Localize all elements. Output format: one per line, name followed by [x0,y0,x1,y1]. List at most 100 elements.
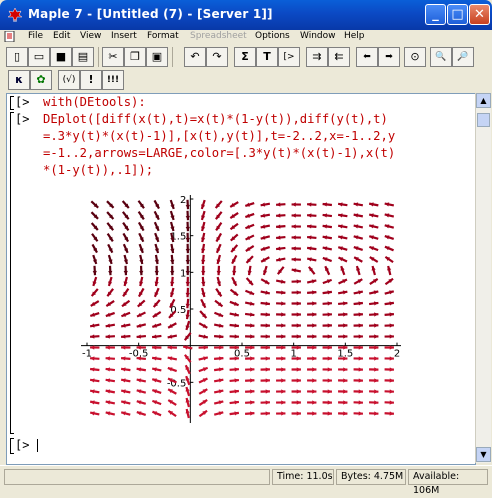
field-arrowhead [343,389,347,393]
execute-worksheet-button[interactable]: ✿ [30,70,52,90]
arrow-left-icon: ⬅ [363,52,371,62]
open-button[interactable]: ▭ [28,47,50,67]
redo-icon: ↷ [212,50,221,63]
worksheet-area[interactable]: [> with(DEtools): [> DEplot([diff(x(t),t… [6,93,476,465]
field-arrowhead [250,411,254,415]
field-arrowhead [201,282,205,286]
field-arrowhead [266,400,270,404]
insert-text-button[interactable]: T [256,47,278,67]
insert-execution-group-button[interactable]: [> [278,47,300,67]
field-arrowhead [281,312,285,316]
minimize-button[interactable]: _ [425,4,446,25]
stop-button[interactable]: ⊙ [404,47,426,67]
field-arrowhead [276,224,280,228]
x-tick-label: 2 [394,349,400,360]
menu-view[interactable]: View [80,31,101,41]
stop-icon: ⊙ [410,50,419,63]
field-arrowhead [359,378,363,382]
menu-edit[interactable]: Edit [53,31,70,41]
execute-all-button[interactable]: !!! [102,70,124,90]
field-arrowhead [307,235,311,239]
zoom-out-button[interactable]: 🔎 [452,47,474,67]
status-bytes: Bytes: 4.75M [336,469,406,485]
menu-options[interactable]: Options [255,31,290,41]
new-file-button[interactable]: ▯ [6,47,28,67]
cut-button[interactable]: ✂ [102,47,124,67]
field-arrowhead [343,323,347,327]
undo-button[interactable]: ↶ [184,47,206,67]
status-message [4,469,270,485]
save-button[interactable]: ■ [50,47,72,67]
menu-file[interactable]: File [28,31,43,41]
outdent-section-button[interactable]: ⇇ [328,47,350,67]
title-bar[interactable]: Maple 7 - [Untitled (7) - [Server 1]] _ … [0,0,492,30]
math-mode-button[interactable]: κ [8,70,30,90]
save-disk-icon: ■ [56,50,66,63]
indent-section-button[interactable]: ⇉ [306,47,328,67]
field-arrowhead [108,271,112,275]
maple-input-line[interactable]: with(DEtools): [43,94,146,111]
scroll-down-button[interactable]: ▼ [476,447,491,462]
field-arrowhead [281,378,285,382]
field-arrowhead [359,323,363,327]
input-prompt: [> [15,95,29,109]
status-bar: Time: 11.0s Bytes: 4.75M Available: 106M [0,465,492,489]
field-arrowhead [106,334,110,338]
field-arrowhead [359,367,363,371]
field-arrowhead [235,334,239,338]
redo-button[interactable]: ↷ [206,47,228,67]
field-arrowhead [250,323,254,327]
execute-button[interactable]: ! [80,70,102,90]
menu-format[interactable]: Format [147,31,179,41]
window-title: Maple 7 - [Untitled (7) - [Server 1]] [28,7,273,21]
status-time: Time: 11.0s [272,469,334,485]
field-arrowhead [186,205,190,209]
direction-field-plot[interactable]: -1-0.50.511.5221.510.5-0.5 [77,194,407,424]
execution-group-bracket[interactable] [10,96,14,110]
maple-text-toggle-button[interactable]: (√) [58,70,80,90]
maple-input-line[interactable]: =.3*y(t)*(x(t)-1)],[x(t),y(t)],t=-2..2,x… [43,128,395,145]
field-arrowhead [390,334,394,338]
field-arrowhead [307,213,311,217]
field-arrowhead [343,334,347,338]
paste-button[interactable]: ▣ [146,47,168,67]
insert-maple-input-button[interactable]: Σ [234,47,256,67]
execution-group-bracket[interactable] [10,438,14,454]
document-icon[interactable] [4,31,16,42]
execution-group-bracket[interactable] [10,112,14,434]
field-arrowhead [219,356,223,360]
field-arrowhead [281,367,285,371]
maximize-button[interactable]: □ [447,4,468,25]
forward-button[interactable]: ➡ [378,47,400,67]
copy-icon: ❐ [130,50,140,63]
menu-window[interactable]: Window [300,31,336,41]
back-button[interactable]: ⬅ [356,47,378,67]
field-arrowhead [374,389,378,393]
maple-input-line[interactable]: =-1..2,arrows=LARGE,color=[.3*y(t)*(x(t)… [43,145,395,162]
zoom-in-button[interactable]: 🔍 [430,47,452,67]
maximize-icon: □ [451,7,463,22]
field-arrowhead [343,378,347,382]
field-arrowhead [93,271,97,275]
print-button[interactable]: ▤ [72,47,94,67]
maple-input-line[interactable]: *(1-y(t)),.1]); [43,162,153,179]
field-arrowhead [217,271,221,275]
field-arrowhead [359,356,363,360]
field-arrowhead [266,312,270,316]
field-arrowhead [250,389,254,393]
menu-help[interactable]: Help [344,31,365,41]
close-button[interactable]: ✕ [469,4,490,25]
toolbar-separator [98,47,99,67]
maple-input-line[interactable]: DEplot([diff(x(t),t)=x(t)*(1-y(t)),diff(… [43,111,388,128]
field-arrowhead [250,400,254,404]
field-arrowhead [390,323,394,327]
vertical-scrollbar[interactable]: ▲ ▼ [475,93,491,463]
copy-button[interactable]: ❐ [124,47,146,67]
scroll-up-button[interactable]: ▲ [476,93,491,108]
field-arrowhead [374,400,378,404]
scroll-thumb[interactable] [477,113,490,127]
field-arrowhead [297,389,301,393]
field-arrowhead [276,213,280,217]
scissors-icon: ✂ [108,50,117,63]
menu-insert[interactable]: Insert [111,31,137,41]
